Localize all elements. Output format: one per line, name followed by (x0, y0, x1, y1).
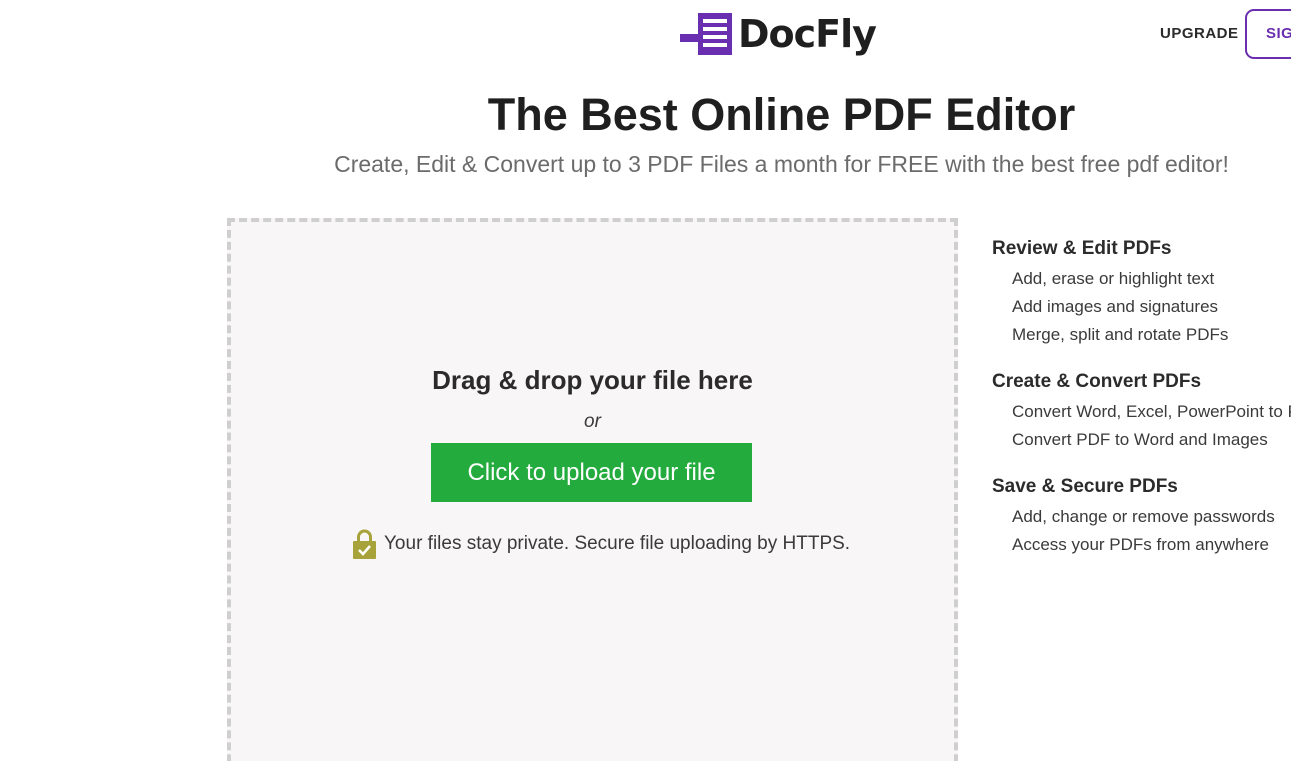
sign-in-button[interactable]: SIGN IN (1245, 9, 1291, 59)
logo[interactable]: DocFly (680, 10, 877, 58)
feature-item: Convert Word, Excel, PowerPoint to PDF (1012, 402, 1291, 421)
feature-item: Access your PDFs from anywhere (1012, 535, 1269, 554)
feature-group-review-edit: Review & Edit PDFs Add, erase or highlig… (992, 236, 1291, 349)
feature-group-create-convert: Create & Convert PDFs Convert Word, Exce… (992, 369, 1291, 454)
feature-item: Merge, split and rotate PDFs (1012, 325, 1229, 344)
feature-item: Add, erase or highlight text (1012, 269, 1215, 288)
dropzone-title: Drag & drop your file here (432, 365, 753, 395)
upgrade-link[interactable]: UPGRADE (1160, 25, 1239, 42)
feature-item: Add, change or remove passwords (1012, 507, 1275, 526)
feature-item: Add images and signatures (1012, 297, 1219, 316)
feature-item: Convert PDF to Word and Images (1012, 430, 1268, 449)
feature-heading: Create & Convert PDFs (992, 371, 1202, 392)
feature-group-save-secure: Save & Secure PDFs Add, change or remove… (992, 474, 1291, 559)
page-subtitle: Create, Edit & Convert up to 3 PDF Files… (334, 151, 1229, 177)
privacy-text: Your files stay private. Secure file upl… (384, 533, 851, 554)
lock-check-icon (353, 529, 376, 559)
dropzone-or-text: or (584, 411, 601, 432)
file-dropzone[interactable]: Drag & drop your file here or Click to u… (227, 218, 958, 761)
page-title: The Best Online PDF Editor (487, 89, 1076, 140)
privacy-note: Your files stay private. Secure file upl… (353, 529, 850, 559)
page: DocFly UPGRADE SIGN IN The Best Online P… (0, 0, 1291, 761)
logo-text: DocFly (738, 12, 877, 56)
docfly-logo-icon (680, 13, 732, 55)
features-list: Review & Edit PDFs Add, erase or highlig… (992, 236, 1291, 579)
feature-heading: Review & Edit PDFs (992, 238, 1172, 259)
upload-file-button[interactable]: Click to upload your file (431, 443, 752, 502)
feature-heading: Save & Secure PDFs (992, 476, 1178, 497)
